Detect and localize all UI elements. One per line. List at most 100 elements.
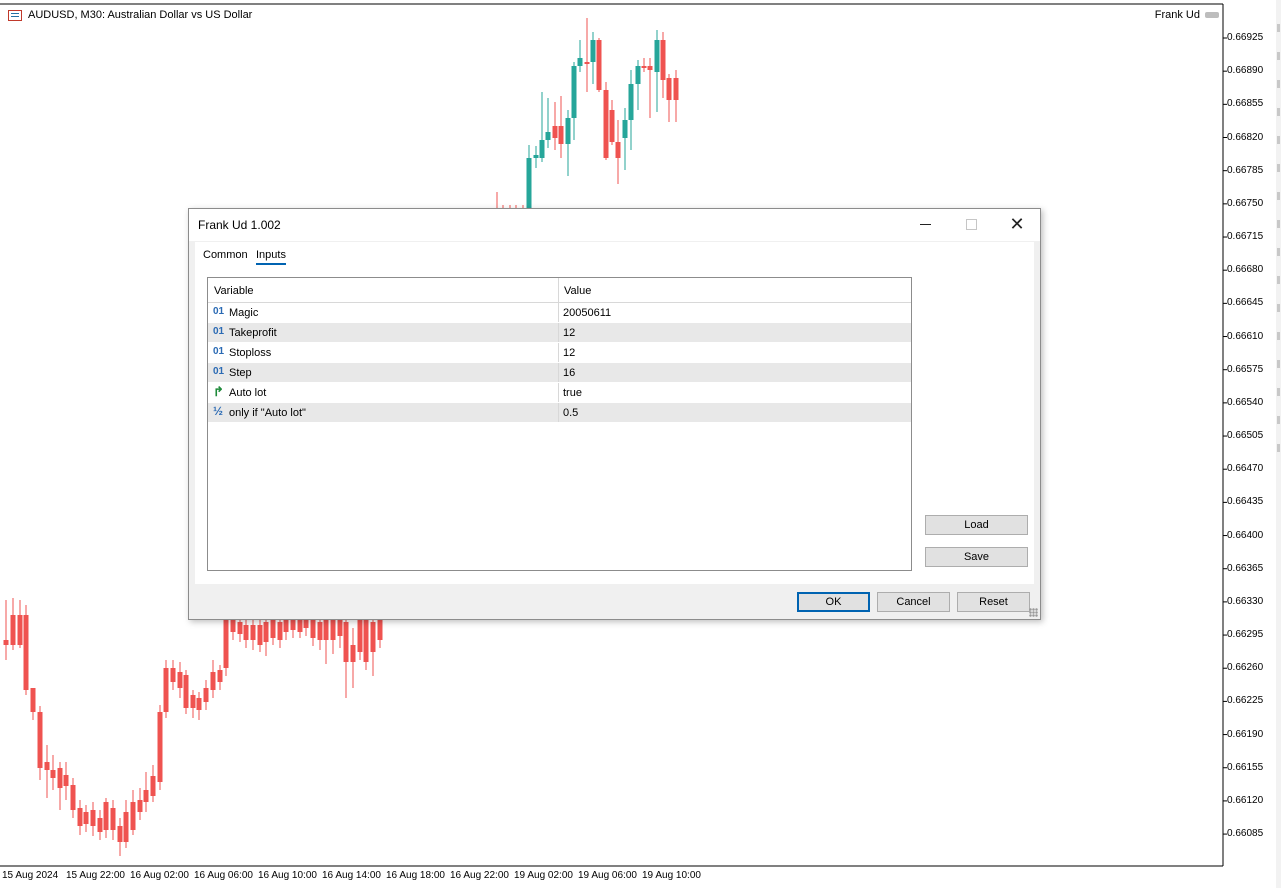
- dialog-title: Frank Ud 1.002: [198, 218, 281, 232]
- bear-candle: [10, 615, 16, 645]
- bear-candle: [170, 668, 176, 682]
- header-variable[interactable]: Variable: [214, 285, 254, 297]
- scroll-marker: [1277, 360, 1280, 368]
- time-label: 16 Aug 10:00: [258, 870, 317, 881]
- integer-icon: 01: [213, 346, 225, 357]
- scroll-marker: [1277, 24, 1280, 32]
- bear-candle: [77, 808, 83, 826]
- bull-candle: [628, 84, 634, 120]
- variable-name: Magic: [229, 307, 259, 319]
- price-label: 0.66750: [1227, 197, 1264, 209]
- price-label: 0.66120: [1227, 794, 1264, 806]
- grid-row[interactable]: ½ only if "Auto lot" 0.5: [208, 403, 911, 423]
- scroll-marker: [1277, 248, 1280, 256]
- tab-inputs[interactable]: Inputs: [256, 249, 286, 265]
- chart-icon: [8, 9, 22, 21]
- column-separator[interactable]: [558, 278, 559, 302]
- variable-value[interactable]: true: [563, 387, 582, 399]
- bear-candle: [196, 698, 202, 710]
- bear-candle: [330, 618, 336, 640]
- variable-value[interactable]: 12: [563, 327, 575, 339]
- grid-row[interactable]: 01 Step 16: [208, 363, 911, 383]
- bull-candle: [577, 58, 583, 66]
- bear-candle: [150, 776, 156, 796]
- bear-candle: [310, 620, 316, 638]
- bear-candle: [210, 672, 216, 690]
- price-label: 0.66295: [1227, 629, 1264, 641]
- dialog-titlebar[interactable]: Frank Ud 1.002 ✕: [189, 209, 1040, 241]
- grid-row[interactable]: ↱ Auto lot true: [208, 383, 911, 403]
- price-label: 0.66330: [1227, 595, 1264, 607]
- price-label: 0.66820: [1227, 131, 1264, 143]
- bear-candle: [377, 618, 383, 640]
- tab-common[interactable]: Common: [203, 249, 248, 263]
- variable-value[interactable]: 0.5: [563, 407, 578, 419]
- bear-candle: [157, 712, 163, 782]
- price-label: 0.66400: [1227, 529, 1264, 541]
- minimize-button[interactable]: [902, 209, 948, 239]
- price-label: 0.66680: [1227, 264, 1264, 276]
- variable-name: only if "Auto lot": [229, 407, 306, 419]
- bear-candle: [243, 625, 249, 640]
- grid-row[interactable]: 01 Magic 20050611: [208, 303, 911, 323]
- bear-candle: [257, 625, 263, 645]
- bear-candle: [203, 688, 209, 702]
- bear-candle: [143, 790, 149, 802]
- bear-candle: [230, 620, 236, 632]
- price-label: 0.66645: [1227, 297, 1264, 309]
- bear-candle: [270, 620, 276, 638]
- close-icon: ✕: [1009, 213, 1025, 234]
- close-button[interactable]: ✕: [994, 209, 1040, 239]
- time-label: 19 Aug 10:00: [642, 870, 701, 881]
- save-button[interactable]: Save: [925, 547, 1028, 567]
- price-label: 0.66890: [1227, 65, 1264, 77]
- cancel-button[interactable]: Cancel: [877, 592, 950, 612]
- variable-name: Auto lot: [229, 387, 267, 399]
- boolean-icon: ↱: [213, 384, 224, 399]
- scroll-marker: [1277, 220, 1280, 228]
- bull-candle: [622, 120, 628, 138]
- bear-candle: [343, 622, 349, 662]
- expert-label[interactable]: Frank Ud: [1155, 9, 1219, 21]
- load-button[interactable]: Load: [925, 515, 1028, 535]
- price-label: 0.66575: [1227, 363, 1264, 375]
- maximize-icon: [965, 218, 977, 230]
- price-label: 0.66225: [1227, 695, 1264, 707]
- integer-icon: 01: [213, 326, 225, 337]
- reset-button[interactable]: Reset: [957, 592, 1030, 612]
- variable-value[interactable]: 16: [563, 367, 575, 379]
- bull-candle: [539, 140, 545, 158]
- variable-value[interactable]: 20050611: [563, 307, 611, 319]
- time-label: 16 Aug 18:00: [386, 870, 445, 881]
- maximize-button: [948, 209, 994, 239]
- bear-candle: [615, 142, 621, 158]
- expert-properties-dialog: Frank Ud 1.002 ✕ Common Inputs Variable …: [188, 208, 1041, 620]
- bear-candle: [44, 762, 50, 770]
- bull-candle: [533, 155, 539, 158]
- bull-candle: [635, 66, 641, 84]
- scroll-marker: [1277, 416, 1280, 424]
- ok-button[interactable]: OK: [797, 592, 870, 612]
- scroll-marker: [1277, 136, 1280, 144]
- bear-candle: [357, 618, 363, 652]
- bear-candle: [666, 78, 672, 100]
- bear-candle: [30, 688, 36, 712]
- bear-candle: [50, 770, 56, 778]
- bear-candle: [641, 66, 647, 68]
- bull-candle: [565, 118, 571, 144]
- scroll-marker: [1277, 192, 1280, 200]
- price-label: 0.66925: [1227, 32, 1264, 43]
- grid-row[interactable]: 01 Takeprofit 12: [208, 323, 911, 343]
- bear-candle: [603, 90, 609, 158]
- expert-name: Frank Ud: [1154, 9, 1200, 21]
- grid-row[interactable]: 01 Stoploss 12: [208, 343, 911, 363]
- resize-grip-icon[interactable]: [1029, 608, 1038, 617]
- variable-value[interactable]: 12: [563, 347, 575, 359]
- bear-candle: [350, 645, 356, 662]
- bear-candle: [337, 620, 343, 636]
- price-label: 0.66610: [1227, 330, 1264, 342]
- bear-candle: [137, 800, 143, 812]
- bear-candle: [277, 622, 283, 640]
- header-value[interactable]: Value: [564, 285, 591, 297]
- variable-name: Takeprofit: [229, 327, 277, 339]
